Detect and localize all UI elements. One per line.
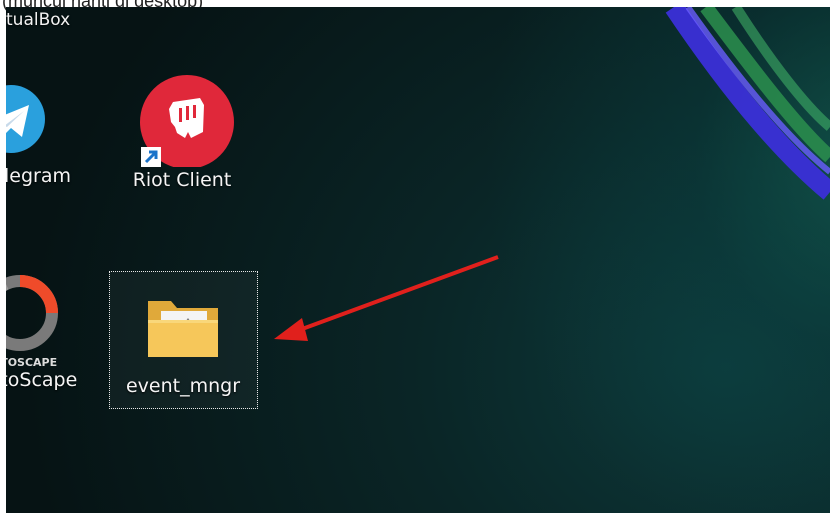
desktop-icon-label: Riot Client <box>132 169 232 191</box>
telegram-icon <box>6 85 45 153</box>
photoscape-icon: OTOSCAPE <box>6 275 58 369</box>
virtualbox-icon-label[interactable]: tualBox <box>6 10 70 30</box>
desktop-icon-label: otoScape <box>6 369 78 391</box>
desktop-icon-event-mngr[interactable]: event_mngr <box>123 285 243 397</box>
desktop-icon-telegram[interactable]: legram <box>6 75 71 187</box>
folder-icon <box>148 301 218 357</box>
desktop[interactable]: tualBox legram Riot Client OT <box>6 7 830 513</box>
riot-client-icon <box>140 75 234 167</box>
desktop-icon-label: event_mngr <box>125 375 241 397</box>
desktop-icon-riot-client[interactable]: Riot Client <box>122 75 242 191</box>
desktop-icon-label: legram <box>6 165 71 187</box>
photoscape-logo-text: OTOSCAPE <box>6 356 57 369</box>
desktop-icon-photoscape[interactable]: OTOSCAPE otoScape <box>6 273 86 391</box>
